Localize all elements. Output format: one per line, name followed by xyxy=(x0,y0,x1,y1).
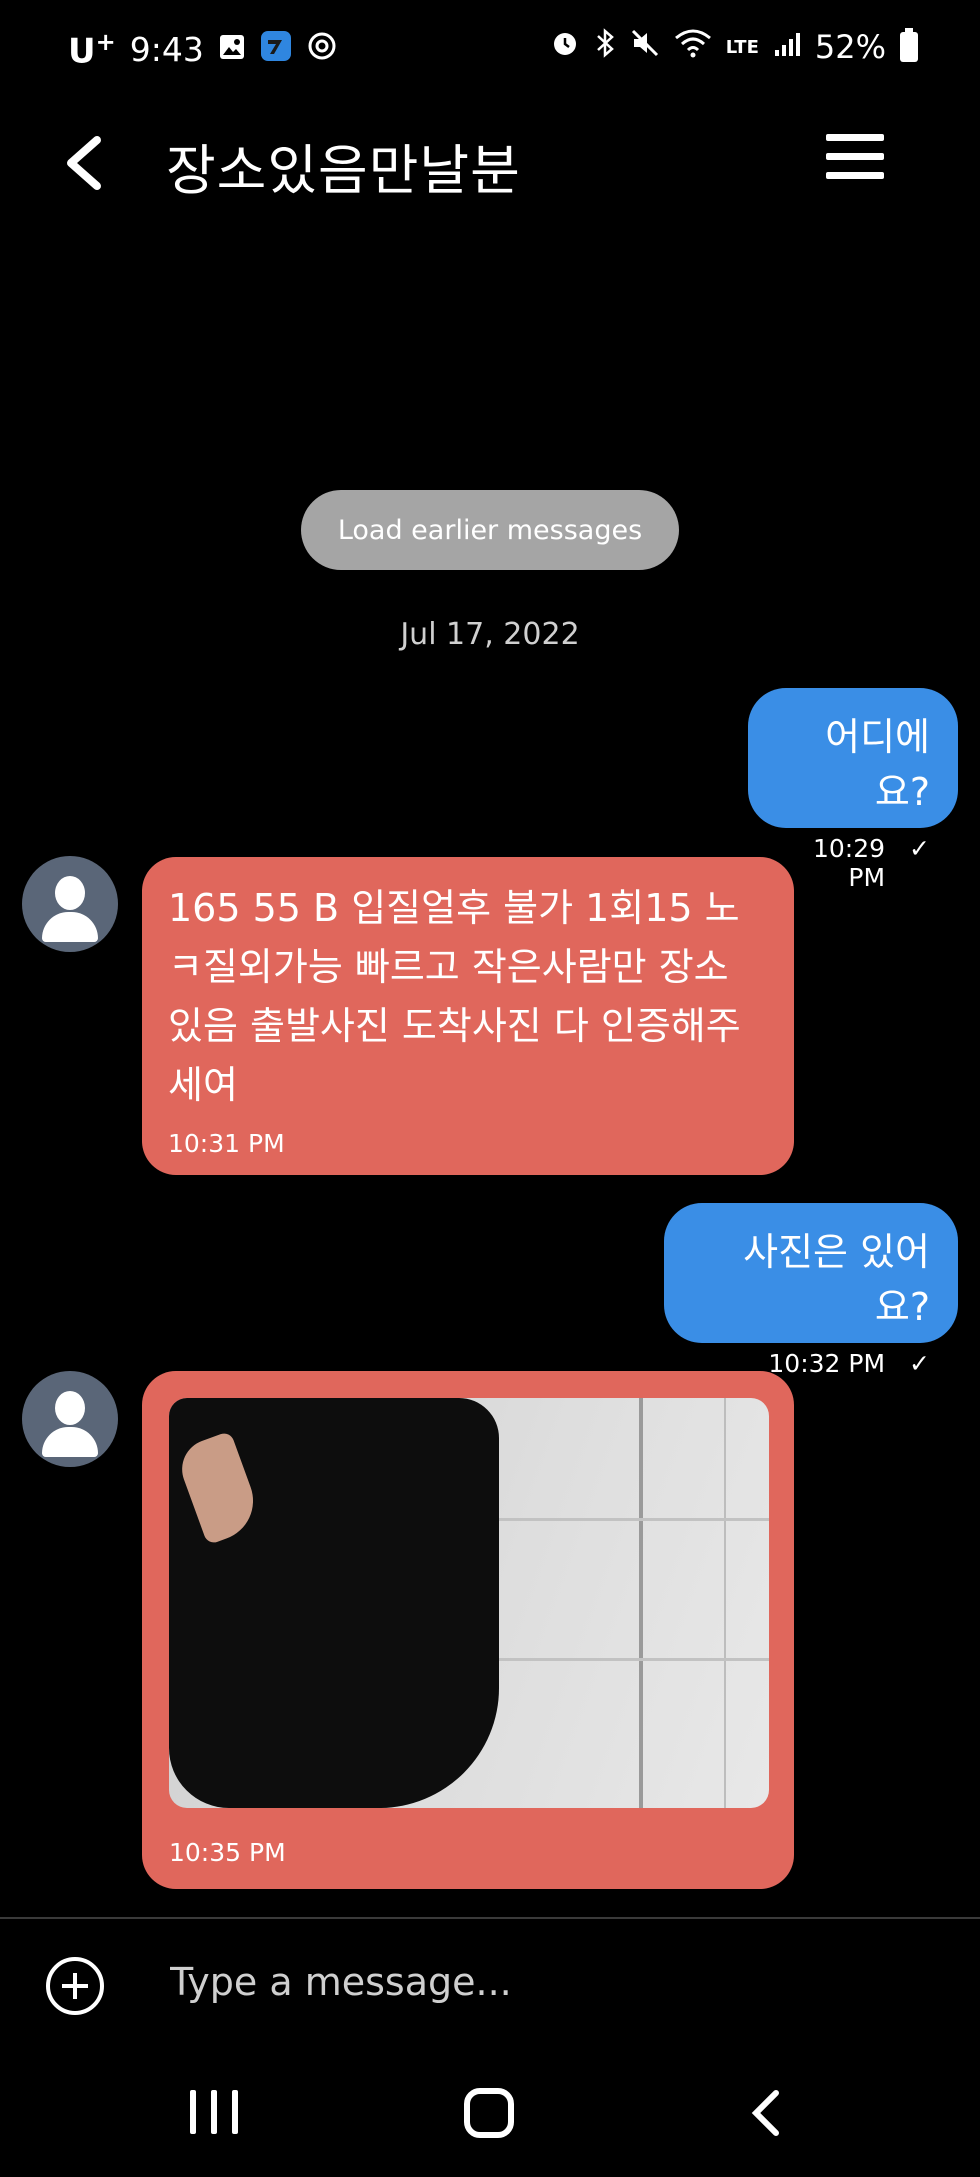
menu-button[interactable] xyxy=(826,134,884,186)
composer-divider xyxy=(0,1917,980,1919)
alarm-icon xyxy=(550,28,580,66)
signal-icon xyxy=(773,28,801,66)
page-title: 장소있음만날분 xyxy=(166,139,521,202)
checkmark-icon: ✓ xyxy=(909,834,930,863)
system-nav-bar xyxy=(0,2060,980,2177)
battery-percent: 52% xyxy=(814,28,886,66)
message-time: 10:35 PM xyxy=(169,1838,286,1867)
carrier-label: U+ xyxy=(68,28,116,72)
chevron-left-icon xyxy=(751,2090,779,2136)
recent-apps-button[interactable] xyxy=(190,2090,238,2140)
status-right: LTE 52% xyxy=(550,28,918,66)
back-button[interactable] xyxy=(55,128,115,198)
message-time: 10:31 PM xyxy=(168,1129,285,1158)
status-time: 9:43 xyxy=(129,30,204,70)
message-text: 165 55 B 입질얼후 불가 1회15 노ㅋ질외가능 빠르고 작은사람만 장… xyxy=(168,886,741,1107)
settings-icon xyxy=(306,30,338,70)
chat-header: 장소있음만날분 xyxy=(0,110,980,220)
avatar[interactable] xyxy=(22,1371,118,1467)
nav-back-button[interactable] xyxy=(746,2088,786,2138)
message-input[interactable] xyxy=(170,1950,870,2014)
chevron-left-icon xyxy=(67,136,101,190)
message-text: 사진은 있어요? xyxy=(743,1230,930,1329)
home-button[interactable] xyxy=(464,2088,514,2138)
message-bubble-outgoing[interactable]: 어디에요? 10:29 PM ✓ xyxy=(748,688,958,892)
load-earlier-button[interactable]: Load earlier messages xyxy=(301,490,679,570)
network-type: LTE xyxy=(725,36,759,58)
message-time: 10:32 PM xyxy=(768,1349,886,1378)
date-separator: Jul 17, 2022 xyxy=(400,617,580,652)
checkmark-icon: ✓ xyxy=(909,1349,930,1378)
bluetooth-icon xyxy=(594,28,616,66)
photo-attachment[interactable] xyxy=(169,1398,769,1808)
status-bar: U+ 9:43 LTE 52% xyxy=(0,0,980,100)
attach-button[interactable] xyxy=(46,1957,104,2015)
app-icon xyxy=(260,30,292,70)
avatar[interactable] xyxy=(22,856,118,952)
message-text: 어디에요? xyxy=(825,715,930,814)
gallery-icon xyxy=(218,30,246,69)
message-bubble-incoming[interactable]: 165 55 B 입질얼후 불가 1회15 노ㅋ질외가능 빠르고 작은사람만 장… xyxy=(142,857,794,1175)
hamburger-icon xyxy=(826,134,884,179)
status-left: U+ 9:43 xyxy=(68,28,338,71)
mute-icon xyxy=(630,28,660,66)
message-bubble-outgoing[interactable]: 사진은 있어요? 10:32 PM ✓ xyxy=(664,1203,958,1378)
battery-icon xyxy=(900,28,918,62)
message-meta: 10:29 PM ✓ xyxy=(776,834,930,892)
message-bubble-incoming[interactable]: 10:35 PM xyxy=(142,1371,794,1889)
wifi-icon xyxy=(674,28,712,66)
